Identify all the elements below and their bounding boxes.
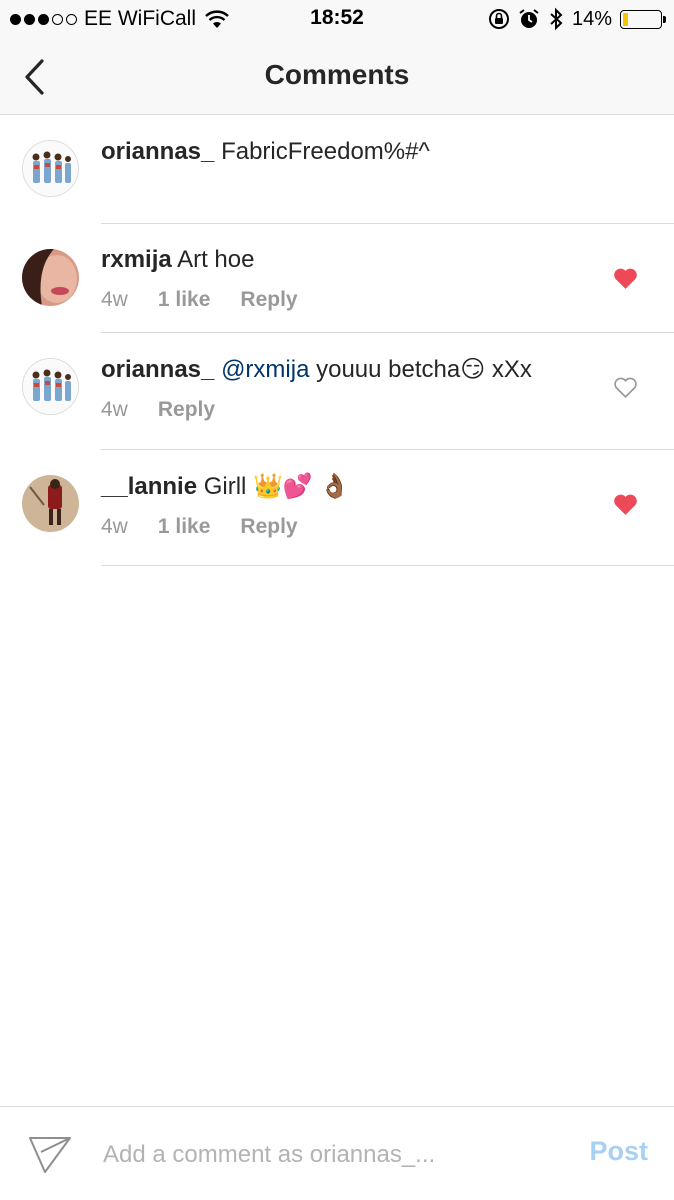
battery-percentage: 14% xyxy=(571,7,612,30)
comment-text: youuu betcha😏 xXx xyxy=(316,356,532,383)
comment-text: Girll 👑💕 👌🏾 xyxy=(203,473,350,500)
comment-item: rxmija Art hoe 4w 1 like Reply xyxy=(0,224,674,332)
reply-button[interactable]: Reply xyxy=(158,398,215,422)
comment-username[interactable]: oriannas_ xyxy=(101,138,214,165)
comment-item: __lannie Girll 👑💕 👌🏾 4w 1 like Reply xyxy=(0,450,674,566)
bluetooth-icon xyxy=(550,7,563,31)
mention-link[interactable]: @rxmija xyxy=(221,356,309,383)
nav-bar: Comments xyxy=(0,38,674,115)
status-bar: EE WiFiCall 18:52 14% xyxy=(0,0,674,38)
alarm-icon xyxy=(519,9,539,28)
post-button[interactable]: Post xyxy=(589,1136,648,1167)
rotation-lock-icon xyxy=(488,9,509,29)
battery-icon xyxy=(620,9,666,29)
avatar[interactable] xyxy=(22,475,79,532)
comment-text: FabricFreedom%#^ xyxy=(221,138,430,165)
comment-username[interactable]: __lannie xyxy=(101,473,197,500)
paper-plane-icon[interactable] xyxy=(28,1134,72,1174)
avatar[interactable] xyxy=(22,358,79,415)
reply-button[interactable]: Reply xyxy=(240,515,297,539)
heart-outline-icon[interactable] xyxy=(613,376,638,399)
comment-username[interactable]: oriannas_ xyxy=(101,356,214,383)
likes-count[interactable]: 1 like xyxy=(158,288,211,312)
comment-time: 4w xyxy=(101,398,128,421)
comment-input[interactable] xyxy=(103,1137,543,1173)
heart-filled-icon[interactable] xyxy=(613,493,638,516)
comment-item: oriannas_ @rxmija youuu betcha😏 xXx 4w R… xyxy=(0,333,674,449)
comment-text: Art hoe xyxy=(177,246,255,273)
reply-button[interactable]: Reply xyxy=(240,288,297,312)
comment-time: 4w xyxy=(101,515,128,538)
avatar[interactable] xyxy=(22,140,79,197)
comment-composer: Post xyxy=(0,1106,674,1200)
comment-username[interactable]: rxmija xyxy=(101,246,172,273)
divider xyxy=(101,565,674,566)
page-title: Comments xyxy=(264,59,410,90)
likes-count[interactable]: 1 like xyxy=(158,515,211,539)
heart-filled-icon[interactable] xyxy=(613,267,638,290)
avatar[interactable] xyxy=(22,249,79,306)
caption-comment: oriannas_ FabricFreedom%#^ xyxy=(0,115,674,223)
comment-time: 4w xyxy=(101,288,128,311)
